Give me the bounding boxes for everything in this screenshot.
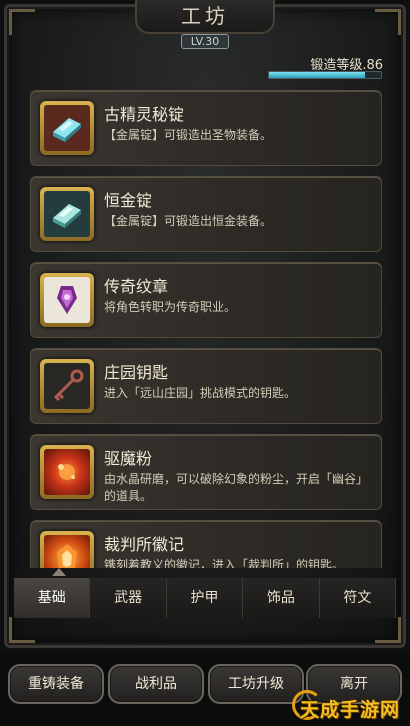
watermark: 天成手游网 [300,699,401,721]
icon-frame [40,273,94,327]
icon-frame [40,359,94,413]
list-item[interactable]: 驱魔粉 由水晶研磨，可以破除幻象的粉尘，开启「幽谷」的道具。 [30,434,382,510]
recast-equipment-button[interactable]: 重铸装备 [8,664,104,704]
icon-frame [40,187,94,241]
tab-rune[interactable]: 符文 [319,578,397,618]
list-item[interactable]: 裁判所徽记 镌刻着教义的徽记，进入「裁判所」的钥匙。 [30,520,382,568]
item-list[interactable]: 古精灵秘锭 【金属锭】可锻造出圣物装备。 恒金锭 【金属锭】可锻造出恒金装备。 … [30,90,382,568]
loot-button[interactable]: 战利品 [108,664,204,704]
item-name: 庄园钥匙 [104,363,169,382]
icon-frame [40,531,94,568]
list-item[interactable]: 古精灵秘锭 【金属锭】可锻造出圣物装备。 [30,90,382,166]
item-desc: 【金属锭】可锻造出圣物装备。 [104,128,273,142]
tribunal-emblem-icon [44,535,90,568]
item-name: 传奇纹章 [104,277,169,296]
item-desc: 进入「远山庄园」挑战模式的钥匙。 [104,386,297,400]
forge-progress-bar [268,71,382,79]
icon-frame [40,445,94,499]
list-item[interactable]: 传奇纹章 将角色转职为传奇职业。 [30,262,382,338]
exorcism-powder-icon [44,449,90,495]
active-tab-indicator [52,568,66,576]
forge-progress-fill [269,72,366,78]
elven-ingot-icon [44,105,90,151]
tab-weapon[interactable]: 武器 [90,578,167,618]
category-tabs: 基础 武器 护甲 饰品 符文 [14,578,397,618]
frame-corner [9,617,35,643]
eternal-gold-ingot-icon [44,191,90,237]
manor-key-icon [44,363,90,409]
item-desc: 将角色转职为传奇职业。 [104,300,237,314]
workshop-upgrade-button[interactable]: 工坊升级 [208,664,304,704]
icon-frame [40,101,94,155]
title-plate: 工坊 [135,0,275,34]
item-name: 裁判所徽记 [104,535,185,554]
tab-basic[interactable]: 基础 [14,578,91,618]
item-name: 恒金锭 [104,191,153,210]
list-item[interactable]: 恒金锭 【金属锭】可锻造出恒金装备。 [30,176,382,252]
item-desc: 【金属锭】可锻造出恒金装备。 [104,214,273,228]
frame-corner [375,9,401,35]
frame-corner [9,9,35,35]
item-desc: 镌刻着教义的徽记，进入「裁判所」的钥匙。 [104,558,345,568]
frame-corner [375,617,401,643]
level-badge: LV.30 [181,34,229,49]
item-name: 驱魔粉 [104,449,153,468]
item-name: 古精灵秘锭 [104,105,185,124]
tab-armor[interactable]: 护甲 [166,578,244,618]
page-title: 工坊 [181,4,229,28]
item-desc: 由水晶研磨，可以破除幻象的粉尘，开启「幽谷」的道具。 [104,472,369,503]
list-item[interactable]: 庄园钥匙 进入「远山庄园」挑战模式的钥匙。 [30,348,382,424]
tab-accessory[interactable]: 饰品 [243,578,320,618]
legend-emblem-icon [44,277,90,323]
